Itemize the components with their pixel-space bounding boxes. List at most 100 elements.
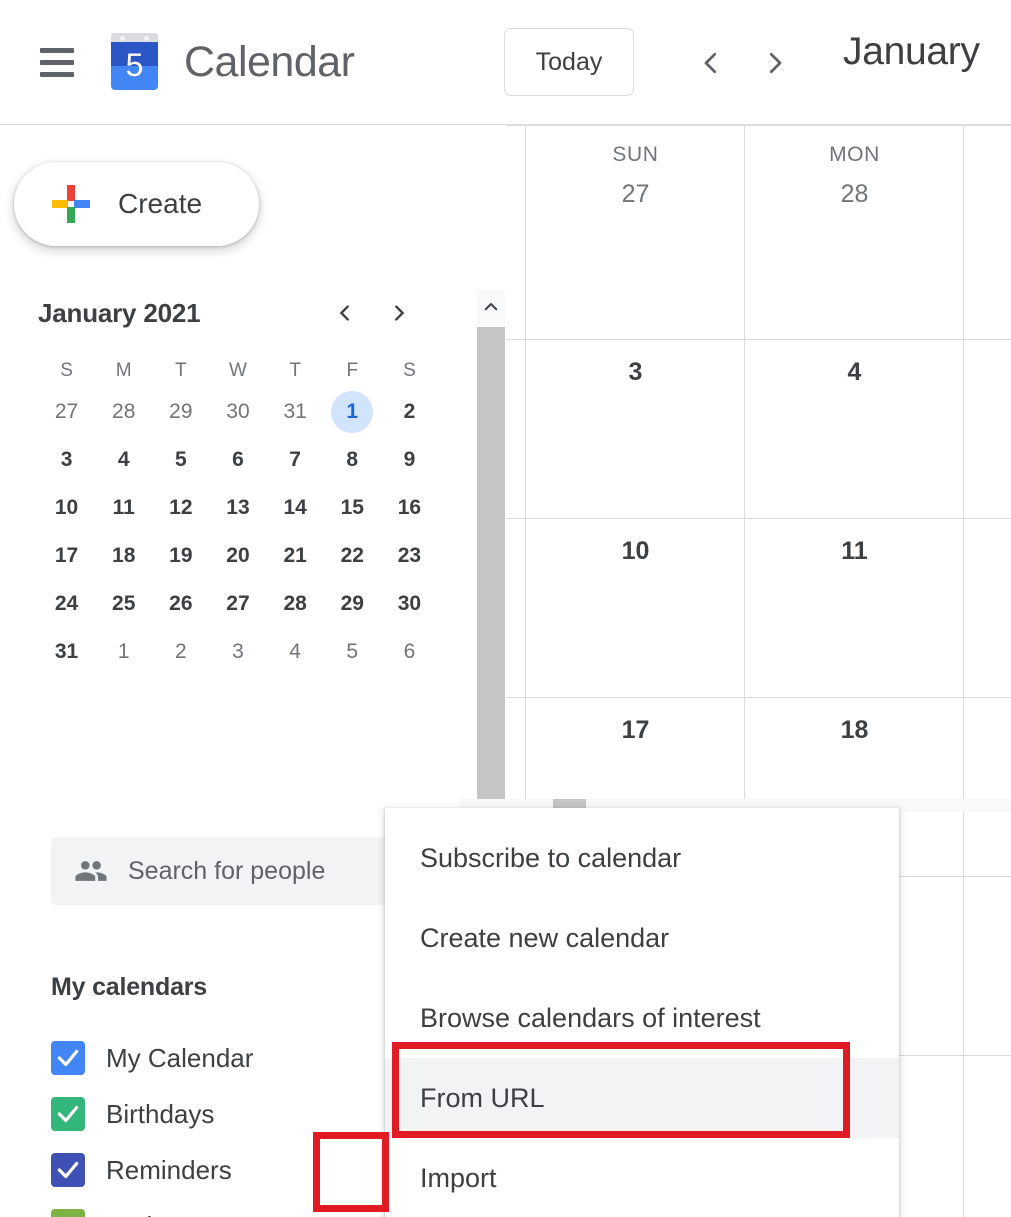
month-grid-day-cell[interactable]: 4 (745, 351, 964, 393)
mini-calendar-day-number: 30 (397, 592, 422, 615)
hamburger-menu-icon[interactable] (29, 34, 85, 90)
mini-calendar-day-number: 9 (403, 448, 416, 471)
today-button[interactable]: Today (504, 28, 634, 96)
day-number[interactable]: 4 (745, 351, 964, 393)
mini-calendar-day-number: 8 (346, 448, 359, 471)
mini-calendar-day[interactable]: 22 (324, 532, 381, 580)
mini-calendar-day[interactable]: 21 (267, 532, 324, 580)
mini-calendar-day[interactable]: 16 (381, 484, 438, 532)
mini-calendar-day[interactable]: 12 (152, 484, 209, 532)
mini-calendar-day[interactable]: 4 (267, 628, 324, 676)
mini-calendar-day[interactable]: 2 (152, 628, 209, 676)
calendar-list-item[interactable]: Tasks (51, 1198, 441, 1217)
mini-calendar-day[interactable]: 5 (152, 436, 209, 484)
mini-calendar-day-number: 12 (169, 496, 193, 519)
calendar-list-item[interactable]: My Calendar (51, 1030, 441, 1086)
day-number[interactable]: 10 (526, 530, 745, 572)
menu-item-from-url[interactable]: From URL (385, 1058, 899, 1138)
mini-calendar-day[interactable]: 3 (38, 436, 95, 484)
mini-calendar-day-number: 1 (331, 391, 374, 433)
mini-calendar-day-number: 21 (283, 544, 307, 567)
menu-item-label: Browse calendars of interest (420, 1002, 761, 1033)
day-number[interactable]: 27 (526, 173, 745, 215)
mini-calendar-dow-2: T (175, 360, 187, 381)
mini-calendar-day[interactable]: 19 (152, 532, 209, 580)
mini-calendar-day[interactable]: 27 (38, 388, 95, 436)
mini-calendar-day[interactable]: 3 (209, 628, 266, 676)
mini-calendar-day-number: 25 (112, 592, 136, 615)
mini-calendar-day[interactable]: 18 (95, 532, 152, 580)
menu-item-browse-calendars-of-interest[interactable]: Browse calendars of interest (385, 978, 899, 1058)
mini-calendar-day[interactable]: 29 (324, 580, 381, 628)
mini-calendar-day[interactable]: 20 (209, 532, 266, 580)
mini-calendar-day[interactable]: 11 (95, 484, 152, 532)
mini-calendar-day[interactable]: 10 (38, 484, 95, 532)
chevron-right-icon[interactable] (748, 36, 802, 90)
mini-calendar-day[interactable]: 5 (324, 628, 381, 676)
menu-item-create-new-calendar[interactable]: Create new calendar (385, 898, 899, 978)
mini-calendar-day[interactable]: 25 (95, 580, 152, 628)
day-number[interactable]: 28 (745, 173, 964, 215)
mini-calendar-day[interactable]: 31 (38, 628, 95, 676)
mini-calendar-day-number: 29 (169, 400, 193, 423)
grid-column-separator (963, 125, 964, 1217)
mini-calendar-day[interactable]: 17 (38, 532, 95, 580)
mini-calendar-day[interactable]: 28 (267, 580, 324, 628)
calendar-list-item[interactable]: Birthdays (51, 1086, 441, 1142)
mini-calendar-prev-icon[interactable] (328, 296, 362, 330)
mini-calendar-day[interactable]: 1 (324, 388, 381, 436)
mini-calendar-day[interactable]: 6 (209, 436, 266, 484)
mini-calendar-day[interactable]: 30 (381, 580, 438, 628)
mini-calendar-day[interactable]: 6 (381, 628, 438, 676)
mini-calendar-day[interactable]: 30 (209, 388, 266, 436)
mini-calendar-day[interactable]: 15 (324, 484, 381, 532)
calendar-checkbox[interactable] (51, 1153, 85, 1187)
mini-calendar-day[interactable]: 13 (209, 484, 266, 532)
search-for-people-input[interactable]: Search for people (51, 837, 434, 905)
mini-calendar-day-number: 5 (175, 448, 187, 471)
month-grid-day-cell[interactable]: 11 (745, 530, 964, 572)
mini-calendar-day[interactable]: 2 (381, 388, 438, 436)
chevron-left-icon[interactable] (684, 36, 738, 90)
calendar-logo-icon: 5 (107, 33, 162, 91)
day-number[interactable]: 17 (526, 709, 745, 751)
mini-calendar-day[interactable]: 1 (95, 628, 152, 676)
mini-calendar-day[interactable]: 28 (95, 388, 152, 436)
mini-calendar-day[interactable]: 7 (267, 436, 324, 484)
calendar-checkbox[interactable] (51, 1209, 85, 1217)
month-grid-day-cell[interactable]: 3 (526, 351, 745, 393)
create-button-label: Create (118, 188, 203, 219)
month-grid-header-cell[interactable]: MON 28 (745, 137, 964, 215)
month-grid-day-cell[interactable]: 18 (745, 709, 964, 751)
mini-calendar-day[interactable]: 24 (38, 580, 95, 628)
mini-calendar-day[interactable]: 4 (95, 436, 152, 484)
mini-calendar-day[interactable]: 8 (324, 436, 381, 484)
mini-calendar-day[interactable]: 31 (267, 388, 324, 436)
menu-item-import[interactable]: Import (385, 1138, 899, 1217)
calendar-checkbox[interactable] (51, 1097, 85, 1131)
day-number[interactable]: 11 (745, 530, 964, 572)
calendar-logo[interactable]: 5 Calendar (107, 33, 355, 91)
chevron-up-icon[interactable] (477, 290, 505, 324)
month-grid-day-cell[interactable]: 17 (526, 709, 745, 751)
day-number[interactable]: 3 (526, 351, 745, 393)
month-grid-header-cell[interactable]: SUN 27 (526, 137, 745, 215)
mini-calendar-day[interactable]: 29 (152, 388, 209, 436)
menu-item-subscribe-to-calendar[interactable]: Subscribe to calendar (385, 818, 899, 898)
create-button[interactable]: Create (14, 162, 259, 246)
mini-calendar-day[interactable]: 9 (381, 436, 438, 484)
day-number[interactable]: 18 (745, 709, 964, 751)
mini-calendar-day[interactable]: 14 (267, 484, 324, 532)
mini-calendar-day[interactable]: 23 (381, 532, 438, 580)
month-grid-day-cell[interactable]: 10 (526, 530, 745, 572)
mini-calendar-day[interactable]: 26 (152, 580, 209, 628)
calendar-list-item[interactable]: Reminders (51, 1142, 441, 1198)
search-for-people-placeholder: Search for people (128, 856, 326, 885)
mini-calendar-day-number: 2 (403, 400, 416, 423)
mini-calendar-title: January 2021 (38, 297, 201, 328)
mini-calendar-next-icon[interactable] (382, 296, 416, 330)
mini-calendar-day[interactable]: 27 (209, 580, 266, 628)
mini-calendar-day-number: 11 (112, 496, 135, 519)
mini-calendar-day-number: 20 (226, 544, 250, 567)
calendar-checkbox[interactable] (51, 1041, 85, 1075)
